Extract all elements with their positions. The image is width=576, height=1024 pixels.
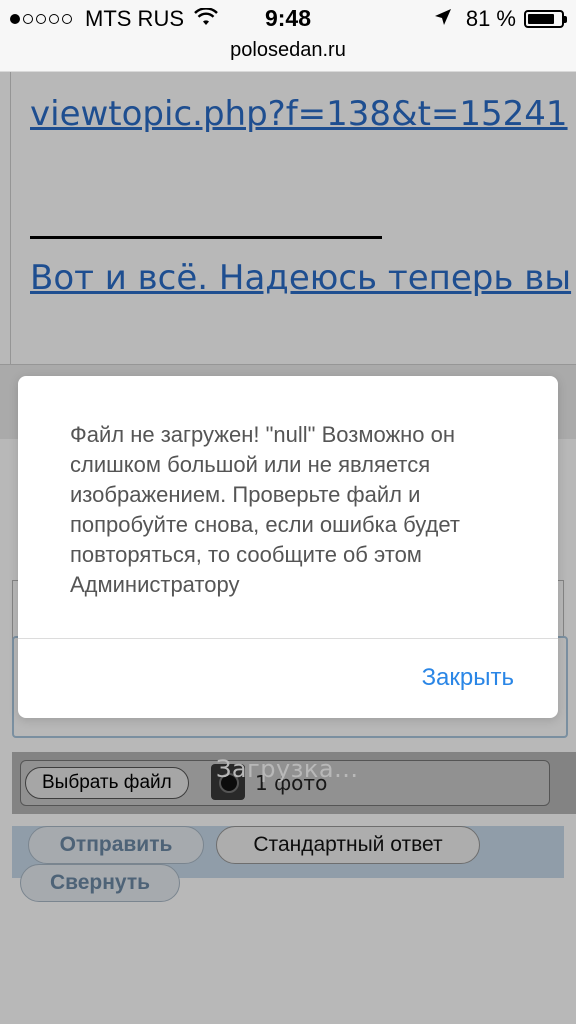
- location-arrow-icon: [434, 6, 452, 32]
- status-bar: MTS RUS 9:48 81 %: [0, 0, 576, 36]
- battery-level: [528, 14, 554, 24]
- status-right: 81 %: [434, 6, 567, 32]
- battery-icon: [524, 10, 567, 28]
- address-domain: polosedan.ru: [230, 39, 346, 61]
- battery-percent: 81 %: [465, 6, 516, 31]
- alert-divider: [18, 638, 558, 639]
- screen: MTS RUS 9:48 81 % polosedan.ru viewtopic…: [0, 0, 576, 1024]
- close-button[interactable]: Закрыть: [422, 664, 514, 692]
- alert-dialog: Файл не загружен! "null" Возможно он сли…: [18, 376, 558, 718]
- alert-message: Файл не загружен! "null" Возможно он сли…: [70, 422, 460, 597]
- address-bar[interactable]: polosedan.ru: [0, 36, 576, 72]
